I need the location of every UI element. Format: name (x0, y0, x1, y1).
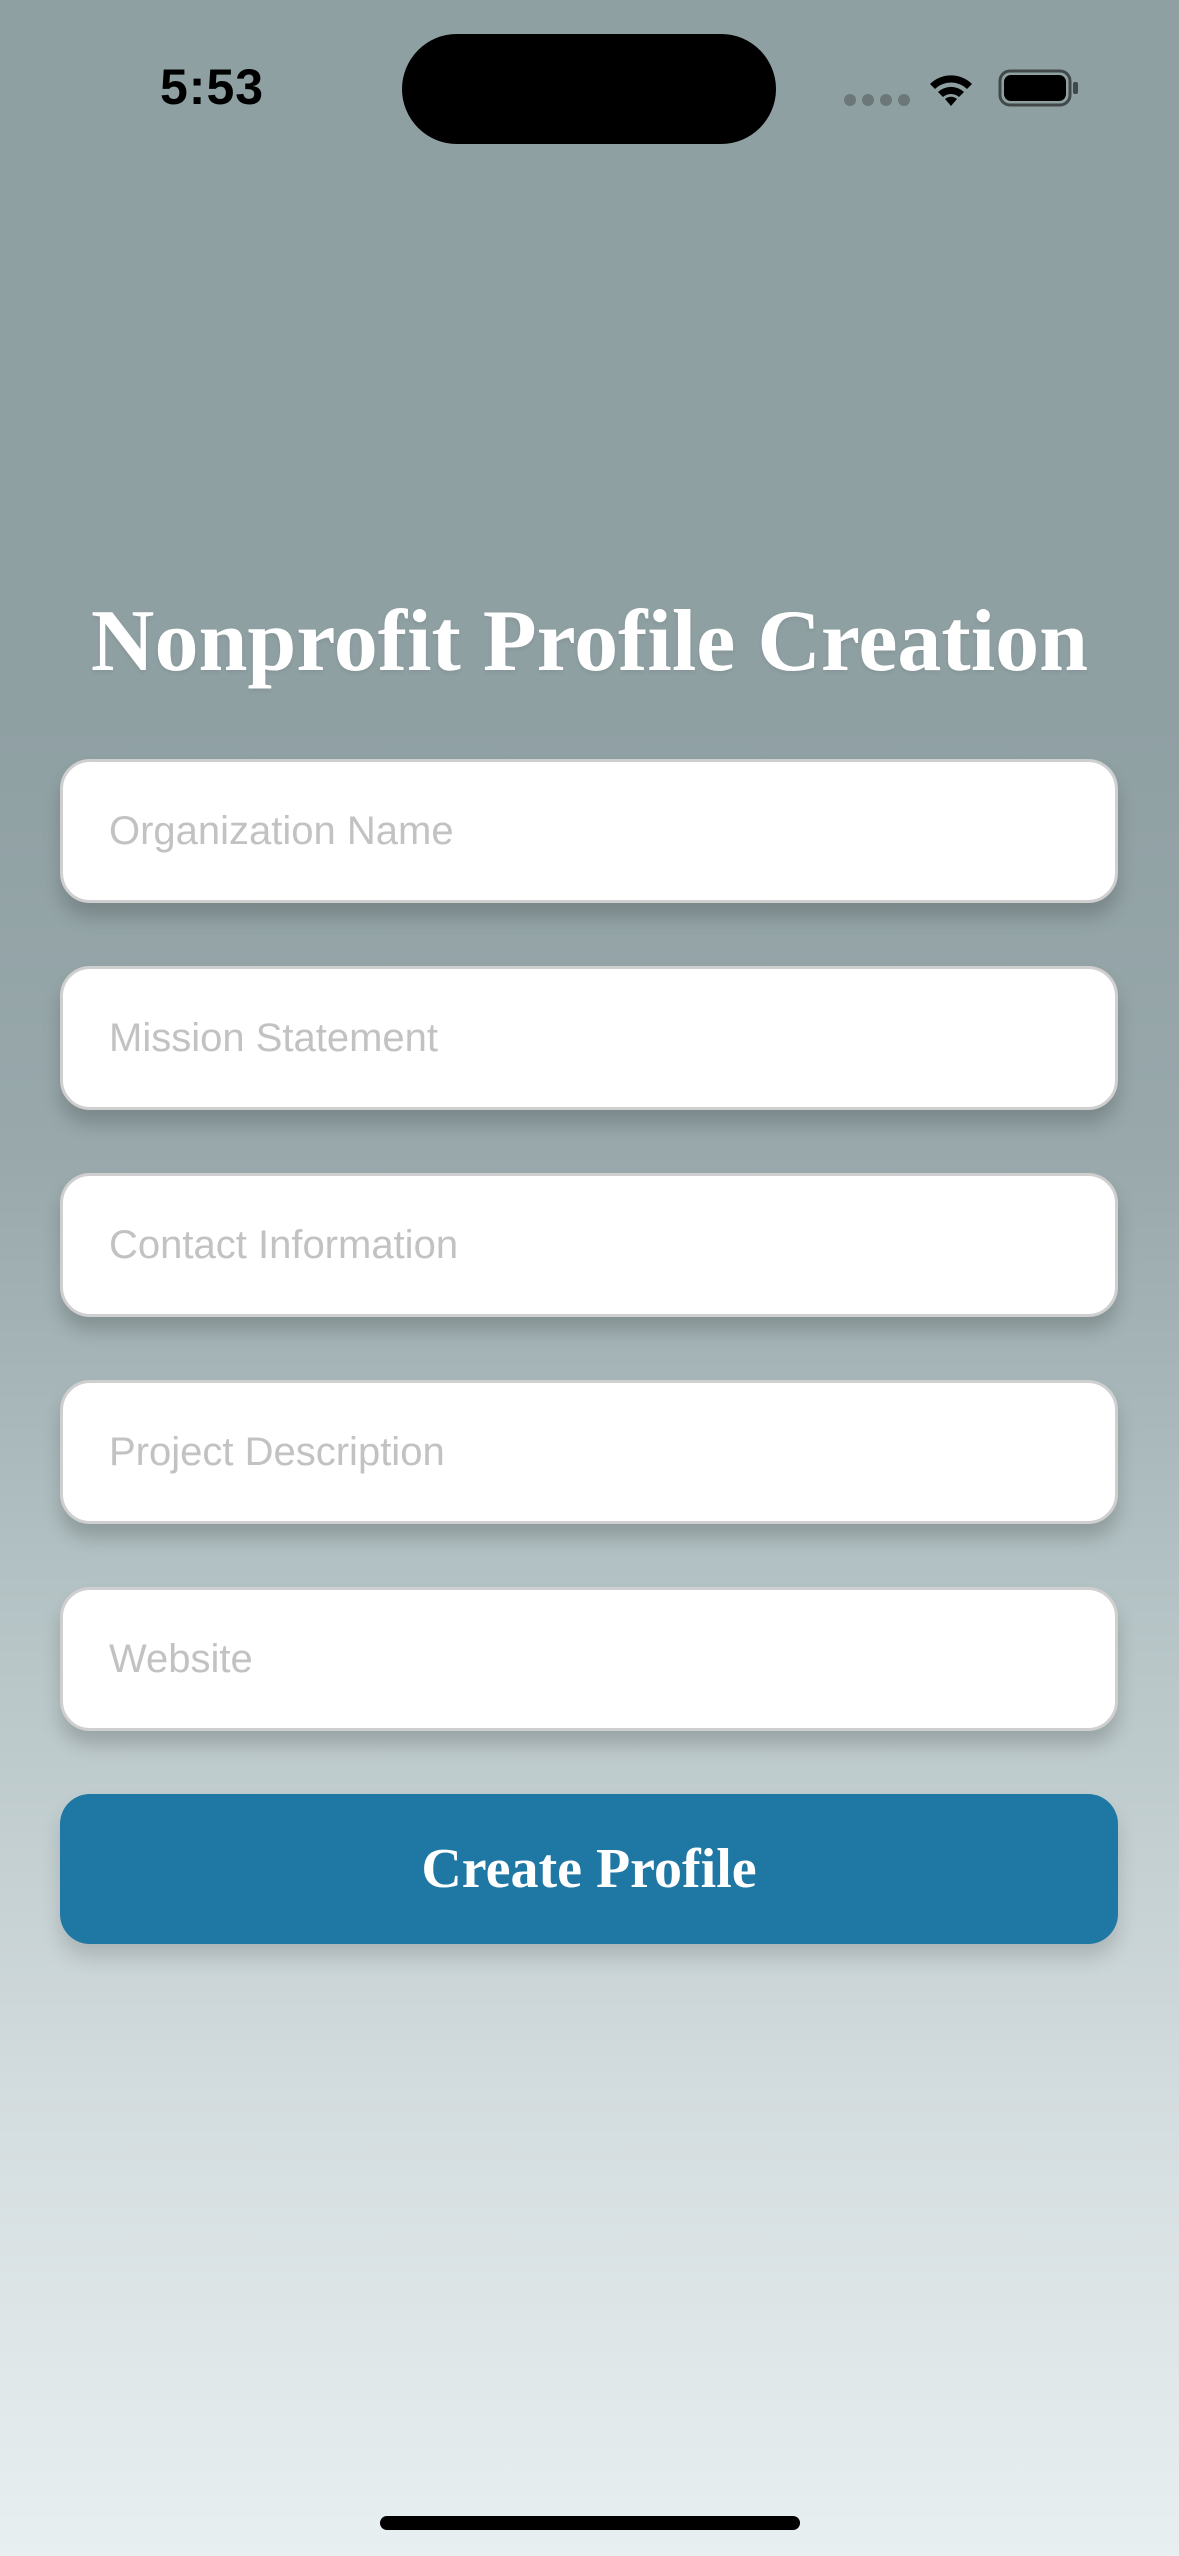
battery-icon (998, 69, 1078, 107)
cellular-signal-icon (844, 94, 910, 106)
wifi-icon (930, 75, 972, 106)
status-bar: 5:53 (0, 0, 1179, 150)
organization-name-field[interactable] (60, 759, 1118, 903)
status-time: 5:53 (160, 59, 265, 115)
website-field[interactable] (60, 1587, 1118, 1731)
contact-information-field[interactable] (60, 1173, 1118, 1317)
project-description-field[interactable] (60, 1380, 1118, 1524)
home-indicator[interactable] (380, 2516, 800, 2530)
create-profile-button[interactable]: Create Profile (60, 1794, 1118, 1944)
dynamic-island (402, 34, 776, 144)
page-title: Nonprofit Profile Creation (90, 593, 1089, 690)
mission-statement-field[interactable] (60, 966, 1118, 1110)
